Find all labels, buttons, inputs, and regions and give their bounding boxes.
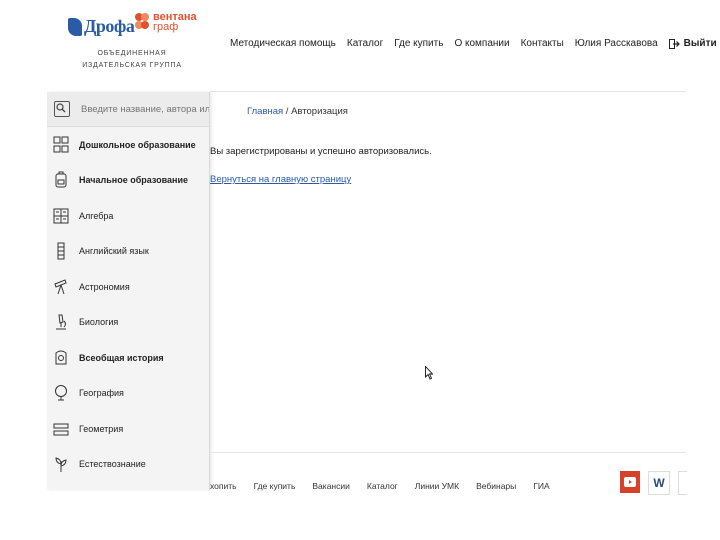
ventana-logo-icon	[135, 13, 149, 29]
success-message: Вы зарегистрированы и успешно авторизова…	[210, 146, 432, 157]
sidebar-item-label: Геометрия	[79, 423, 124, 434]
sidebar-item-label: Начальное образование	[79, 175, 189, 186]
logout-label: Выйти	[683, 38, 717, 49]
footer-link-gia[interactable]: ГИА	[533, 481, 549, 491]
ventana-logo-line2: граф	[153, 21, 179, 33]
sidebar-item-label: Дошкольное образование	[79, 139, 196, 150]
footer-link-vacancies[interactable]: Вакансии	[312, 481, 349, 491]
backpack-icon	[53, 171, 69, 189]
logout-button[interactable]: Выйти	[668, 38, 717, 49]
sidebar-item-label: Биология	[79, 317, 119, 328]
sidebar-item-label: Астрономия	[79, 281, 130, 292]
footer-links: хопить Где купить Вакансии Каталог Линии…	[210, 481, 567, 491]
grid-icon	[53, 207, 69, 225]
youtube-icon	[624, 477, 636, 487]
sidebar-item-label: Алгебра	[79, 210, 114, 221]
breadcrumb-home-link[interactable]: Главная	[247, 106, 283, 117]
social-button-partial[interactable]	[678, 471, 687, 495]
logo-caption: ОБЪЕДИНЕННАЯ ИЗДАТЕЛЬСКАЯ ГРУППА	[82, 50, 182, 69]
search-icon[interactable]	[54, 101, 70, 117]
youtube-button[interactable]	[620, 471, 640, 493]
sidebar-item-geometry[interactable]: Геометрия	[47, 411, 209, 447]
drofa-logo: Дрофа	[68, 16, 135, 37]
breadcrumb: Главная / Авторизация	[247, 106, 348, 117]
sidebar-item-natural-science[interactable]: Естествознание	[47, 447, 209, 483]
telescope-icon	[53, 278, 69, 296]
nav-about[interactable]: О компании	[454, 38, 509, 49]
sidebar-item-algebra[interactable]: Алгебра	[47, 198, 209, 234]
sidebar-item-biology[interactable]: Биология	[47, 305, 209, 341]
header: Дрофа вентана граф ОБЪЕДИНЕННАЯ ИЗДАТЕЛЬ…	[0, 0, 720, 92]
nav-methodical-help[interactable]: Методическая помощь	[230, 38, 336, 49]
publisher-logo[interactable]: Дрофа вентана граф ОБЪЕДИНЕННАЯ ИЗДАТЕЛЬ…	[68, 12, 218, 82]
search-bar	[47, 92, 209, 127]
logout-icon	[668, 38, 680, 49]
main-content: Главная / Авторизация Вы зарегистрирован…	[210, 92, 686, 452]
sidebar-item-preschool[interactable]: Дошкольное образование	[47, 127, 209, 163]
globe-icon	[53, 384, 69, 402]
microscope-icon	[53, 313, 69, 331]
sidebar-item-label: Английский язык	[79, 246, 149, 257]
sidebar-item-label: Всеобщая история	[79, 352, 164, 363]
nav-where-to-buy[interactable]: Где купить	[394, 38, 443, 49]
footer-link-umk-lines[interactable]: Линии УМК	[415, 481, 459, 491]
sidebar-item-label: Естествознание	[79, 459, 146, 470]
top-navigation: Методическая помощь Каталог Где купить О…	[230, 38, 717, 49]
drofa-logo-icon	[68, 17, 82, 36]
mouse-cursor-icon	[425, 366, 433, 380]
nav-user-profile[interactable]: Юлия Расскавова	[575, 38, 658, 49]
blocks-icon	[53, 136, 69, 154]
scroll-icon	[53, 349, 69, 367]
sidebar-item-english[interactable]: Английский язык	[47, 234, 209, 270]
ventana-logo: вентана граф	[134, 12, 197, 33]
vk-icon: W	[653, 476, 665, 490]
flag-icon	[53, 242, 69, 260]
plant-icon	[53, 455, 69, 473]
catalog-sidebar: Дошкольное образование Начальное образов…	[47, 92, 210, 490]
ruler-icon	[53, 420, 69, 438]
nav-catalog[interactable]: Каталог	[347, 38, 383, 49]
sidebar-item-astronomy[interactable]: Астрономия	[47, 269, 209, 305]
sidebar-item-world-history[interactable]: Всеобщая история	[47, 340, 209, 376]
footer-link[interactable]: хопить	[210, 481, 237, 491]
footer: хопить Где купить Вакансии Каталог Линии…	[210, 452, 687, 495]
vk-button[interactable]: W	[648, 471, 670, 495]
breadcrumb-separator: /	[283, 106, 292, 117]
breadcrumb-current: Авторизация	[291, 106, 348, 117]
nav-contacts[interactable]: Контакты	[521, 38, 564, 49]
footer-link-where-to-buy[interactable]: Где купить	[254, 481, 296, 491]
drofa-logo-text: Дрофа	[84, 16, 135, 36]
sidebar-item-label: География	[79, 388, 124, 399]
sidebar-item-geography[interactable]: География	[47, 376, 209, 412]
footer-link-catalog[interactable]: Каталог	[367, 481, 398, 491]
footer-link-webinars[interactable]: Вебинары	[476, 481, 516, 491]
back-to-home-link[interactable]: Вернуться на главную страницу	[210, 174, 351, 185]
search-input[interactable]	[81, 103, 209, 115]
sidebar-item-primary[interactable]: Начальное образование	[47, 163, 209, 199]
